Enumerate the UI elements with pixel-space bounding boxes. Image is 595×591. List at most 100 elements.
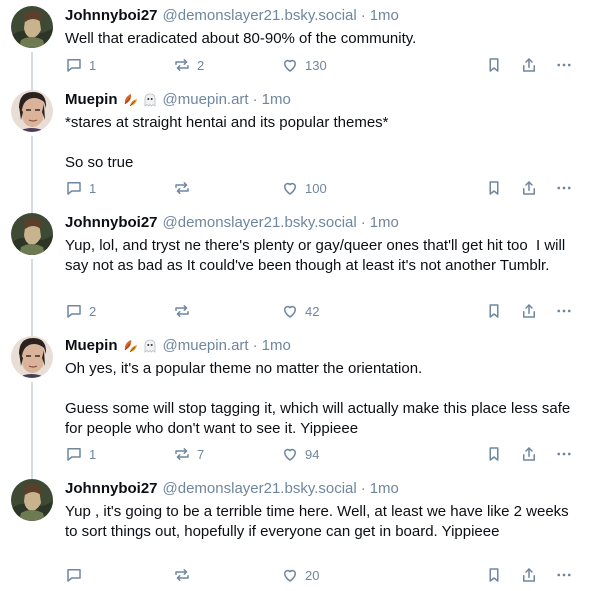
bookmark-icon: [489, 447, 499, 461]
reply-button[interactable]: 1: [65, 179, 96, 197]
bookmark-icon: [489, 181, 499, 195]
share-button[interactable]: [520, 179, 538, 197]
heart-icon: [284, 569, 296, 582]
avatar-muepin[interactable]: [11, 336, 53, 378]
reply-button[interactable]: 2: [65, 302, 96, 320]
post-3[interactable]: Muepin @muepin.art · 1mo Oh yes, it's a …: [0, 330, 595, 473]
post-time[interactable]: 1mo: [262, 336, 291, 356]
post-meta: Johnnyboi27 @demonslayer21.bsky.social ·…: [65, 213, 583, 233]
more-options-button[interactable]: [555, 566, 573, 584]
like-count: 100: [305, 180, 327, 196]
meta-separator: ·: [360, 214, 366, 231]
like-button[interactable]: 42: [281, 302, 319, 320]
author-handle[interactable]: @muepin.art: [163, 90, 249, 110]
bookmark-button[interactable]: [485, 302, 503, 320]
more-icon: [557, 452, 571, 456]
share-icon: [523, 447, 535, 461]
repost-count: 7: [197, 446, 205, 462]
reply-icon: [67, 305, 81, 318]
thread-line: [31, 259, 33, 330]
post-1[interactable]: Muepin @muepin.art · 1mo *stares at stra…: [0, 84, 595, 207]
reply-icon: [67, 182, 81, 195]
share-button[interactable]: [520, 302, 538, 320]
bookmark-button[interactable]: [485, 445, 503, 463]
post-text: Yup , it's going to be a terrible time h…: [65, 503, 573, 540]
like-count: 130: [305, 57, 327, 73]
author-name[interactable]: Johnnyboi27: [65, 213, 158, 233]
like-button[interactable]: 94: [281, 445, 319, 463]
meta-separator: ·: [360, 480, 366, 497]
share-icon: [523, 58, 535, 72]
reply-button[interactable]: 1: [65, 56, 96, 74]
repost-button[interactable]: [173, 566, 197, 584]
bookmark-icon: [489, 568, 499, 582]
share-button[interactable]: [520, 445, 538, 463]
reply-button[interactable]: 1: [65, 445, 96, 463]
bookmark-button[interactable]: [485, 566, 503, 584]
more-icon: [557, 309, 571, 313]
repost-count: 2: [197, 57, 205, 73]
avatar-muepin[interactable]: [11, 90, 53, 132]
author-handle[interactable]: @demonslayer21.bsky.social: [163, 213, 357, 233]
author-name[interactable]: Muepin: [65, 336, 118, 356]
like-button[interactable]: 130: [281, 56, 327, 74]
post-time[interactable]: 1mo: [370, 213, 399, 233]
post-actions: 2 42: [65, 302, 583, 322]
like-count: 94: [305, 446, 320, 462]
avatar-johnnyboi[interactable]: [11, 213, 53, 255]
avatar-johnnyboi[interactable]: [11, 479, 53, 521]
fallen-leaves-emoji: [124, 94, 137, 107]
reply-count: 1: [89, 57, 97, 73]
post-2[interactable]: Johnnyboi27 @demonslayer21.bsky.social ·…: [0, 207, 595, 330]
post-time[interactable]: 1mo: [370, 6, 399, 26]
thread-line: [31, 136, 33, 207]
post-text: *stares at straight hentai and its popul…: [65, 114, 389, 171]
post-time[interactable]: 1mo: [262, 90, 291, 110]
repost-button[interactable]: 2: [173, 56, 204, 74]
post-time[interactable]: 1mo: [370, 479, 399, 499]
like-count: 42: [305, 303, 320, 319]
bookmark-button[interactable]: [485, 56, 503, 74]
more-icon: [557, 573, 571, 577]
post-thread: Johnnyboi27 @demonslayer21.bsky.social ·…: [0, 0, 595, 591]
post-actions: 1 100: [65, 179, 583, 199]
reply-count: 2: [89, 303, 97, 319]
repost-icon: [175, 569, 189, 581]
share-icon: [523, 181, 535, 195]
like-button[interactable]: 100: [281, 179, 327, 197]
author-name[interactable]: Johnnyboi27: [65, 479, 158, 499]
share-button[interactable]: [520, 566, 538, 584]
post-4[interactable]: Johnnyboi27 @demonslayer21.bsky.social ·…: [0, 473, 595, 591]
post-0[interactable]: Johnnyboi27 @demonslayer21.bsky.social ·…: [0, 0, 595, 84]
repost-button[interactable]: 7: [173, 445, 204, 463]
repost-button[interactable]: [173, 302, 197, 320]
author-name[interactable]: Muepin: [65, 90, 118, 110]
more-options-button[interactable]: [555, 302, 573, 320]
author-handle[interactable]: @demonslayer21.bsky.social: [163, 6, 357, 26]
reply-count: 1: [89, 180, 97, 196]
more-options-button[interactable]: [555, 179, 573, 197]
post-text: Yup, lol, and tryst ne there's plenty or…: [65, 237, 570, 274]
author-name[interactable]: Johnnyboi27: [65, 6, 158, 26]
more-options-button[interactable]: [555, 445, 573, 463]
reply-button[interactable]: [65, 566, 89, 584]
bookmark-button[interactable]: [485, 179, 503, 197]
author-handle[interactable]: @demonslayer21.bsky.social: [163, 479, 357, 499]
more-options-button[interactable]: [555, 56, 573, 74]
avatar-johnnyboi[interactable]: [11, 6, 53, 48]
fallen-leaves-emoji: [124, 340, 137, 353]
more-icon: [557, 63, 571, 67]
like-button[interactable]: 20: [281, 566, 319, 584]
heart-icon: [284, 305, 296, 318]
post-meta: Johnnyboi27 @demonslayer21.bsky.social ·…: [65, 479, 583, 499]
repost-button[interactable]: [173, 179, 197, 197]
share-button[interactable]: [520, 56, 538, 74]
heart-icon: [284, 448, 296, 461]
post-actions: 1 7 94: [65, 445, 583, 465]
post-actions: 1 2 130: [65, 56, 583, 76]
repost-icon: [175, 305, 189, 317]
reply-count: 1: [89, 446, 97, 462]
thread-line: [31, 52, 33, 84]
heart-icon: [284, 59, 296, 72]
author-handle[interactable]: @muepin.art: [163, 336, 249, 356]
